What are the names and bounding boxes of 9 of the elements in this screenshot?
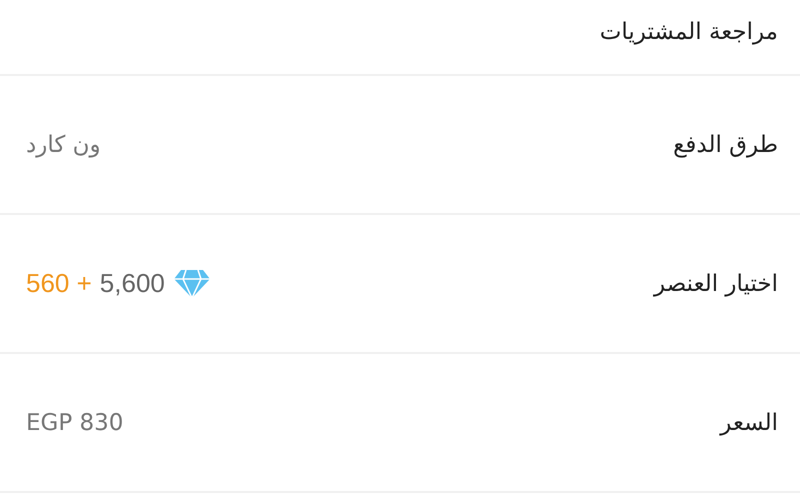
row-value: EGP 830: [26, 410, 124, 436]
row-label: طرق الدفع: [673, 132, 778, 158]
diamond-icon: [172, 268, 211, 298]
page-title: مراجعة المشتريات: [600, 19, 778, 45]
row-label: السعر: [720, 410, 778, 436]
row-value: ون كارد: [26, 132, 101, 158]
bonus-amount: 560 +: [26, 268, 92, 299]
gem-amount: 5,600: [100, 268, 165, 299]
row-label: اختيار العنصر: [654, 270, 778, 296]
